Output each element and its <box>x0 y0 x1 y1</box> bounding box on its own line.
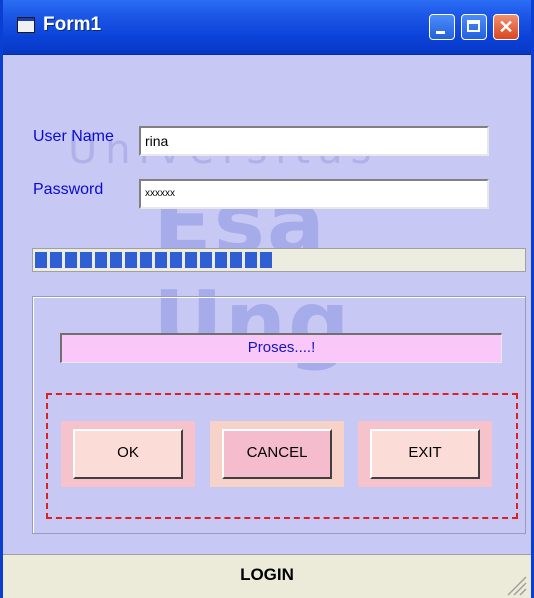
form1-window: Form1 ✕ Universitas Esa Ung User Name ri… <box>0 0 534 598</box>
process-status: Proses....! <box>60 333 502 363</box>
ok-button-container: OK <box>61 421 195 487</box>
button-frame: OK CANCEL EXIT <box>46 393 518 519</box>
process-groupbox: Proses....! OK CANCEL EXIT <box>32 296 526 534</box>
cancel-button[interactable]: CANCEL <box>222 429 332 479</box>
status-bar: LOGIN <box>3 554 531 598</box>
username-label: User Name <box>33 128 114 145</box>
exit-button[interactable]: EXIT <box>370 429 480 479</box>
maximize-icon <box>467 20 480 32</box>
form-icon <box>17 17 35 33</box>
resize-grip-icon[interactable] <box>505 574 527 596</box>
maximize-button[interactable] <box>461 14 487 40</box>
close-button[interactable]: ✕ <box>493 14 519 40</box>
username-field[interactable]: rina <box>139 126 489 156</box>
form-client-area: Universitas Esa Ung User Name rina Passw… <box>3 55 531 598</box>
window-title: Form1 <box>43 14 102 35</box>
password-label: Password <box>33 181 104 198</box>
cancel-button-container: CANCEL <box>210 421 344 487</box>
close-icon: ✕ <box>498 17 514 37</box>
minimize-button[interactable] <box>429 14 455 40</box>
ok-button[interactable]: OK <box>73 429 183 479</box>
progress-bar <box>32 248 526 272</box>
title-bar[interactable]: Form1 ✕ <box>3 0 531 55</box>
exit-button-container: EXIT <box>358 421 492 487</box>
password-field[interactable]: xxxxxx <box>139 179 489 209</box>
minimize-icon <box>436 31 445 34</box>
progress-fill <box>35 252 274 268</box>
status-bar-text: LOGIN <box>240 565 294 584</box>
